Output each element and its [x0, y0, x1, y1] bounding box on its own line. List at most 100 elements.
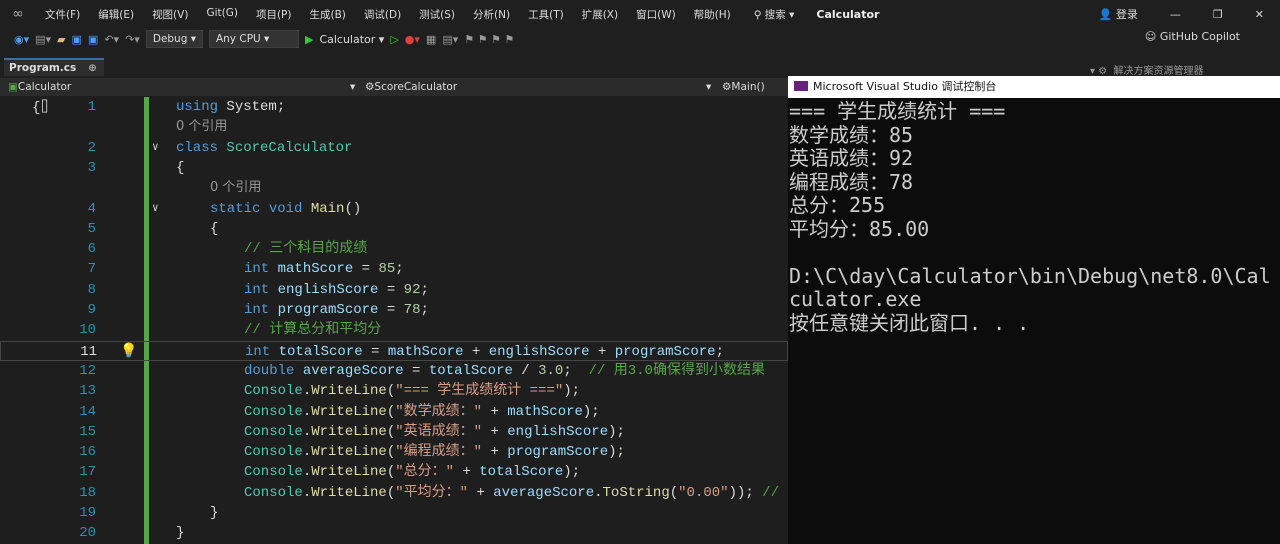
hot-reload-icon[interactable]: ●▾ — [405, 33, 420, 46]
new-project-icon[interactable]: ▤▾ — [35, 33, 51, 46]
codelens-row[interactable]: 0 个引用 — [0, 178, 788, 199]
project-dropdown[interactable]: ▣ Calculator — [8, 78, 71, 96]
member-dropdown[interactable]: ⚙ Main() — [722, 78, 765, 96]
code-editor[interactable]: {⌷ 1 using System; 0 个引用 2 ∨ class ScoreCalcu… — [0, 97, 788, 544]
code-line[interactable]: 4 ∨ static void Main() — [0, 199, 788, 220]
code-line[interactable]: 7 int mathScore = 85; — [0, 259, 788, 280]
close-window-button[interactable]: ✕ — [1255, 8, 1264, 21]
menu-item[interactable]: 生成(B) — [300, 7, 354, 22]
code-line[interactable]: 20} — [0, 523, 788, 544]
open-folder-icon[interactable]: ▰ — [57, 33, 65, 46]
code-text: int totalScore = mathScore + englishScor… — [245, 342, 724, 363]
code-line[interactable]: 3{ — [0, 158, 788, 179]
tab-program-cs[interactable]: Program.cs ⊕ ✕ — [4, 58, 104, 90]
menu-item[interactable]: 分析(N) — [464, 7, 519, 22]
code-token: ToString — [602, 484, 670, 501]
code-line[interactable]: 15 Console.WriteLine("英语成绩：" + englishSco… — [0, 422, 788, 443]
code-token: WriteLine — [311, 403, 387, 420]
pin-icon[interactable]: ⊕ — [88, 62, 97, 74]
code-line[interactable]: 16 Console.WriteLine("编程成绩：" + programSco… — [0, 442, 788, 463]
chevron-down-icon[interactable]: ▾ — [706, 78, 711, 96]
line-number: 17 — [79, 464, 96, 481]
restore-button[interactable]: ❐ — [1213, 8, 1223, 21]
code-token: totalScore — [278, 343, 363, 360]
line-number: 7 — [87, 261, 96, 278]
toolbar-icon[interactable]: ▦ — [426, 33, 436, 46]
menu-item[interactable]: 帮助(H) — [685, 7, 740, 22]
platform-select[interactable]: Any CPU ▾ — [208, 30, 299, 48]
undo-icon[interactable]: ↶▾ — [104, 33, 119, 46]
code-token: 3.0 — [538, 362, 564, 379]
search-button[interactable]: ⚲ 搜索 ▾ — [754, 7, 795, 22]
solution-explorer-header[interactable]: ▾ ⚙ 解决方案资源管理器 — [1090, 62, 1204, 77]
back-icon[interactable]: ◉▾ — [14, 33, 29, 46]
code-token: using — [176, 99, 219, 115]
code-line[interactable]: 11 💡 int totalScore = mathScore + englishS… — [0, 340, 788, 363]
github-copilot-button[interactable]: ☺ GitHub Copilot — [1145, 30, 1240, 43]
code-text: int mathScore = 85; — [244, 259, 404, 280]
code-token: ( — [386, 403, 396, 420]
code-line[interactable]: 17 Console.WriteLine("总分：" + totalScore); — [0, 462, 788, 483]
code-token: englishScore — [277, 281, 379, 298]
menu-item[interactable]: Git(G) — [197, 7, 247, 22]
line-number: 2 — [87, 139, 96, 156]
code-token: Console — [244, 444, 303, 461]
code-line[interactable]: 2 ∨ class ScoreCalculator — [0, 138, 788, 159]
login-label: 登录 — [1115, 8, 1138, 21]
fold-chevron-icon[interactable]: ∨ — [152, 138, 159, 159]
fold-chevron-icon[interactable]: ∨ — [152, 199, 159, 220]
bookmark-icon[interactable]: ⚑ ⚑ ⚑ ⚑ — [464, 33, 514, 46]
code-token: englishScore — [488, 343, 590, 360]
menu-item[interactable]: 项目(P) — [247, 7, 301, 22]
save-icon[interactable]: ▣ — [72, 33, 82, 46]
lightbulb-icon[interactable]: 💡 — [120, 342, 137, 363]
code-line[interactable]: 8 int englishScore = 92; — [0, 280, 788, 301]
debug-console-window[interactable]: Microsoft Visual Studio 调试控制台 === 学生成绩统计… — [788, 76, 1280, 544]
menu-item[interactable]: 文件(F) — [36, 7, 89, 22]
login-button[interactable]: 👤 登录 — [1099, 6, 1138, 22]
toolbar-icon[interactable]: ▤▾ — [442, 33, 458, 46]
code-line[interactable]: 13 Console.WriteLine("=== 学生成绩统计 ==="); — [0, 381, 788, 402]
menu-item[interactable]: 调试(D) — [355, 7, 410, 22]
codelens-row[interactable]: 0 个引用 — [0, 117, 788, 138]
reference-count-link[interactable]: 0 个引用 — [176, 117, 227, 138]
code-token: mathScore — [387, 343, 464, 360]
reference-count-link[interactable]: 0 个引用 — [210, 178, 261, 199]
run-target-button[interactable]: Calculator ▾ — [319, 33, 384, 46]
code-token: totalScore — [428, 362, 513, 379]
configuration-select[interactable]: Debug ▾ — [145, 30, 203, 48]
code-line[interactable]: 5{ — [0, 219, 788, 240]
menu-item[interactable]: 工具(T) — [519, 7, 573, 22]
code-line[interactable]: 12 double averageScore = totalScore / 3.0… — [0, 361, 788, 382]
code-token: averageScore — [302, 362, 404, 379]
start-without-debug-icon[interactable]: ▷ — [390, 33, 398, 46]
console-output: === 学生成绩统计 === 数学成绩：85 英语成绩：92 编程成绩：78 总分：25… — [788, 98, 1280, 335]
code-token: ( — [386, 464, 396, 481]
code-token: "英语成绩：" — [395, 423, 483, 440]
line-number: 15 — [79, 423, 96, 440]
menu-item[interactable]: 视图(V) — [143, 7, 197, 22]
code-text: } — [176, 523, 184, 544]
code-line[interactable]: 10 // 计算总分和平均分 — [0, 320, 788, 341]
code-token: = — [403, 362, 429, 379]
redo-icon[interactable]: ↷▾ — [125, 33, 140, 46]
minimize-button[interactable]: — — [1170, 8, 1181, 21]
menu-item[interactable]: 测试(S) — [410, 7, 464, 22]
copilot-label: GitHub Copilot — [1159, 30, 1240, 43]
code-line[interactable]: 19} — [0, 503, 788, 524]
code-line[interactable]: 1 using System; — [0, 97, 788, 118]
menu-item[interactable]: 窗口(W) — [627, 7, 685, 22]
menu-item[interactable]: 编辑(E) — [89, 7, 143, 22]
chevron-down-icon[interactable]: ▾ — [350, 78, 355, 96]
code-text: // 三个科目的成绩 — [244, 239, 367, 260]
start-debug-icon[interactable]: ▶ — [305, 33, 313, 46]
code-line[interactable]: 9 int programScore = 78; — [0, 300, 788, 321]
code-line[interactable]: 14 Console.WriteLine("数学成绩：" + mathScore)… — [0, 402, 788, 423]
code-line[interactable]: 6 // 三个科目的成绩 — [0, 239, 788, 260]
code-line[interactable]: 18 Console.WriteLine("平均分：" + averageScor… — [0, 483, 788, 504]
save-all-icon[interactable]: ▣ — [88, 33, 98, 46]
class-dropdown[interactable]: ⚙ ScoreCalculator — [365, 78, 457, 96]
menu-item[interactable]: 扩展(X) — [573, 7, 627, 22]
